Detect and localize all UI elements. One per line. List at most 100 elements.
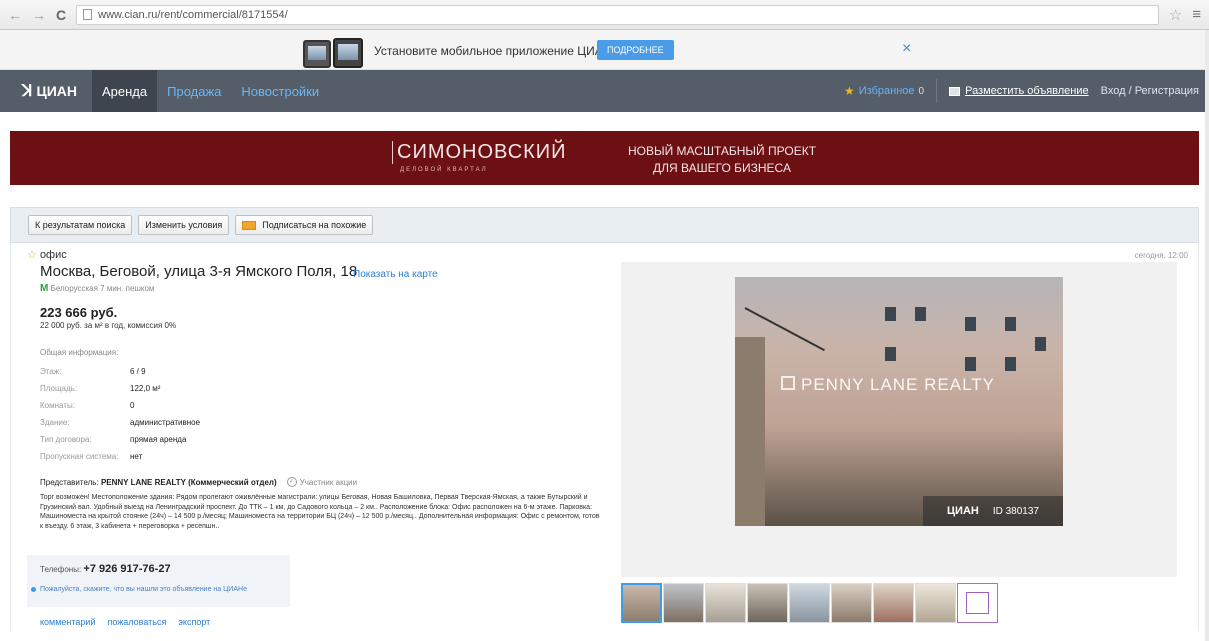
price: 223 666 руб. <box>40 305 118 320</box>
listing-address: Москва, Беговой, улица 3-я Ямского Поля,… <box>40 263 358 280</box>
subscribe-label: Подписаться на похожие <box>262 220 367 230</box>
photo-window <box>885 307 896 321</box>
metro-text: Белорусская 7 мин. пешком <box>50 284 155 293</box>
listing-type-label: офис <box>39 249 67 261</box>
thumbnail[interactable] <box>873 583 914 623</box>
thumbnail[interactable] <box>789 583 830 623</box>
photo-tower <box>735 337 765 526</box>
param-row: Площадь: 122,0 м² <box>40 384 200 401</box>
param-value: 0 <box>130 401 135 410</box>
back-to-results-button[interactable]: К результатам поиска <box>28 215 133 235</box>
subscribe-button[interactable]: Подписаться на похожие <box>235 215 374 235</box>
close-icon[interactable]: × <box>902 40 911 58</box>
favorites-label: Избранное <box>858 85 915 97</box>
ad-banner[interactable]: СИМОНОВСКИЙ ДЕЛОВОЙ КВАРТАЛ НОВЫЙ МАСШТА… <box>10 131 1199 185</box>
thumbnail[interactable] <box>705 583 746 623</box>
photo-id-tag: ЦИАН ID 380137 <box>923 496 1063 526</box>
metro-icon: M <box>40 283 49 294</box>
param-value: нет <box>130 452 143 461</box>
bookmark-star-icon[interactable]: ☆ <box>1169 6 1182 24</box>
thumbnail[interactable] <box>915 583 956 623</box>
metro-info: M Белорусская 7 мин. пешком <box>40 283 154 294</box>
param-key: Площадь: <box>40 384 78 393</box>
star-icon: ★ <box>844 84 855 98</box>
participant-label: Участник акции <box>299 477 358 487</box>
price-details: 22 000 руб. за м² в год, комиссия 0% <box>40 321 177 330</box>
photo-window <box>965 317 976 331</box>
param-value: прямая аренда <box>130 435 187 444</box>
photo-watermark: PENNY LANE REALTY <box>801 375 995 394</box>
divider <box>936 79 938 103</box>
menu-icon[interactable]: ≡ <box>1192 6 1201 23</box>
app-promo-text: Установите мобильное приложение ЦИАН <box>374 44 612 58</box>
more-button[interactable]: ПОДРОБНЕЕ <box>597 40 674 60</box>
tab-sale[interactable]: Продажа <box>157 70 231 112</box>
photo-window <box>915 307 926 321</box>
params-table: Общая информация: Этаж: 6 / 9 Площадь: 122… <box>40 348 200 469</box>
param-value: 122,0 м² <box>130 384 161 393</box>
page-scrollbar[interactable] <box>1205 30 1209 641</box>
tab-rent[interactable]: Аренда <box>92 70 158 112</box>
representative-info: Представитель: PENNY LANE REALTY (Коммер… <box>40 478 277 487</box>
back-arrow-icon[interactable]: ← <box>8 7 22 23</box>
param-row: Тип договора: прямая аренда <box>40 435 200 452</box>
photo-window <box>885 347 896 361</box>
params-heading: Общая информация: <box>40 348 119 357</box>
envelope-icon <box>242 220 257 230</box>
thumbnail[interactable] <box>747 583 788 623</box>
param-row: Комнаты: 0 <box>40 401 200 418</box>
comment-link[interactable]: комментарий <box>40 617 95 627</box>
param-key: Комнаты: <box>40 401 75 410</box>
reload-icon[interactable]: C <box>56 7 66 23</box>
post-ad-label: Разместить объявление <box>965 85 1089 97</box>
thumbnail[interactable] <box>621 583 662 623</box>
main-nav: ꓘ ЦИАН Аренда Продажа Новостройки ★ Избр… <box>0 70 1209 112</box>
photo-logo: ЦИАН <box>947 505 979 517</box>
representative-name[interactable]: PENNY LANE REALTY (Коммерческий отдел) <box>101 478 277 487</box>
banner-brand: СИМОНОВСКИЙ <box>392 141 567 164</box>
phone-number[interactable]: +7 926 917-76-27 <box>83 563 170 575</box>
cian-logo-icon: ꓘ <box>22 83 33 100</box>
photo-gallery: PENNY LANE REALTY ЦИАН ID 380137 <box>621 262 1177 577</box>
main-photo[interactable]: PENNY LANE REALTY ЦИАН ID 380137 <box>735 277 1063 526</box>
post-ad-link[interactable]: Разместить объявление <box>949 85 1089 97</box>
photo-window <box>1005 317 1016 331</box>
photo-window <box>965 357 976 371</box>
found-on-cian-text: Пожалуйста, скажите, что вы нашли это об… <box>40 586 247 593</box>
export-link[interactable]: экспорт <box>178 617 210 627</box>
param-key: Пропускная система: <box>40 452 119 461</box>
param-key: Этаж: <box>40 367 62 376</box>
thumbnail[interactable] <box>663 583 704 623</box>
login-link[interactable]: Вход / Регистрация <box>1101 85 1199 97</box>
param-row: Здание: административное <box>40 418 200 435</box>
check-icon: ✓ <box>286 477 297 487</box>
listing-type: ☆ офис <box>27 248 67 261</box>
favorites-link[interactable]: ★ Избранное 0 <box>844 84 924 98</box>
logo-text: ЦИАН <box>36 83 78 99</box>
floor-plan-thumbnail[interactable] <box>957 583 998 623</box>
found-on-cian-note: Пожалуйста, скажите, что вы нашли это об… <box>31 586 247 593</box>
favorite-star-icon[interactable]: ☆ <box>27 249 37 261</box>
phones: Телефоны: +7 926 917-76-27 <box>40 563 171 575</box>
param-row: Пропускная система: нет <box>40 452 200 469</box>
watermark-icon <box>781 376 795 390</box>
complain-link[interactable]: пожаловаться <box>107 617 166 627</box>
tab-new-buildings[interactable]: Новостройки <box>231 70 329 112</box>
url-text: www.cian.ru/rent/commercial/8171554/ <box>98 8 288 21</box>
action-links: комментарий пожаловаться экспорт <box>40 617 210 627</box>
banner-slogan: НОВЫЙ МАСШТАБНЫЙ ПРОЕКТ ДЛЯ ВАШЕГО БИЗНЕ… <box>602 143 842 177</box>
board-icon <box>949 86 961 96</box>
listing-description: Торг возможен! Местоположение здания: Ря… <box>40 494 600 530</box>
thumbnail[interactable] <box>831 583 872 623</box>
forward-arrow-icon[interactable]: → <box>32 7 46 23</box>
param-key: Тип договора: <box>40 435 92 444</box>
show-on-map-link[interactable]: Показать на карте <box>353 269 438 280</box>
address-bar[interactable]: www.cian.ru/rent/commercial/8171554/ <box>76 4 1159 25</box>
representative: Представитель: PENNY LANE REALTY (Коммер… <box>40 477 357 487</box>
page-icon <box>83 9 93 20</box>
participant-badge: ✓ Участник акции <box>286 477 358 487</box>
banner-slogan-line-1: НОВЫЙ МАСШТАБНЫЙ ПРОЕКТ <box>627 144 817 158</box>
app-promo-bar: Установите мобильное приложение ЦИАН ПОД… <box>0 30 1209 70</box>
logo[interactable]: ꓘ ЦИАН <box>0 81 92 101</box>
change-conditions-button[interactable]: Изменить условия <box>138 215 230 235</box>
